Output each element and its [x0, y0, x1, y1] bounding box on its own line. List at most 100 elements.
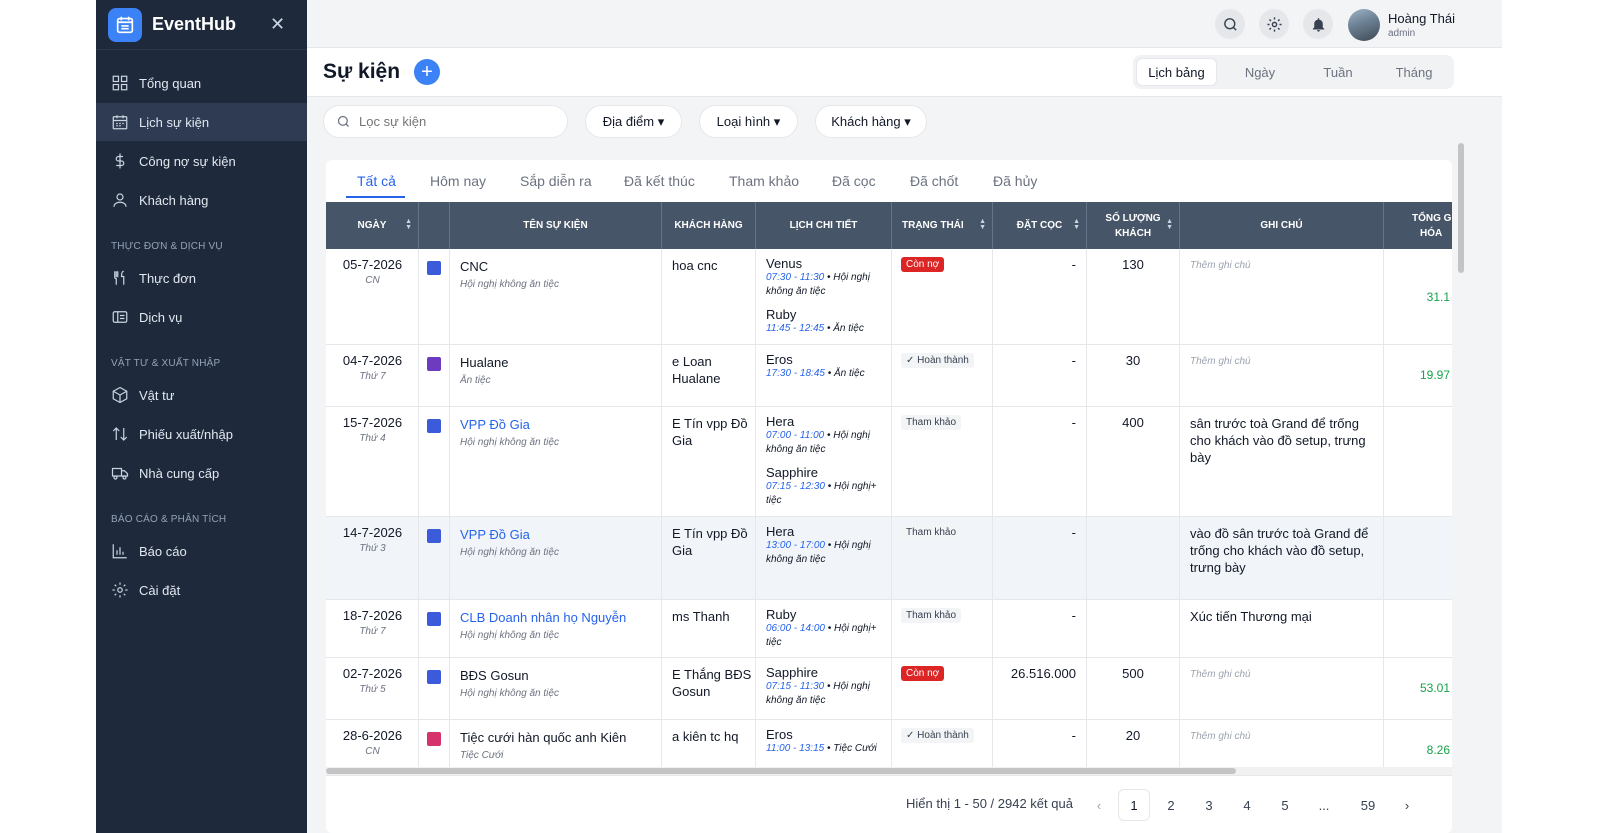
settings-gear-icon[interactable]: [1259, 9, 1289, 39]
tab-deposited[interactable]: Đã cọc: [832, 173, 876, 189]
sort-icon[interactable]: ▲ ▼: [405, 218, 412, 231]
table-row[interactable]: 14-7-2026 Thứ 3 VPP Đồ Gia Hội nghị khôn…: [326, 517, 1452, 600]
filter-location-button[interactable]: Địa điểm ▾: [585, 105, 682, 138]
sidebar-item-supplies[interactable]: Vật tư: [96, 376, 307, 414]
event-date: 05-7-2026: [342, 257, 403, 272]
truck-icon: [111, 467, 129, 480]
calendar-icon: [112, 115, 128, 130]
table-header: NGÀY ▲ ▼ TÊN SỰ KIỆN KHÁCH HÀNG LỊCH CHI T…: [326, 202, 1452, 249]
brand: EventHub ✕: [96, 0, 307, 50]
note-text[interactable]: Xúc tiến Thương mại: [1190, 608, 1375, 625]
gear-icon: [112, 582, 128, 598]
filter-customer-button[interactable]: Khách hàng ▾: [815, 105, 927, 138]
time-slot: 17:30 - 18:45 • Ăn tiệc: [766, 368, 865, 379]
sidebar-item-reports[interactable]: Báo cáo: [96, 532, 307, 570]
event-name-link[interactable]: VPP Đồ Gia: [460, 417, 530, 432]
guest-count: 20: [1125, 728, 1141, 743]
sidebar-item-customers[interactable]: Khách hàng: [96, 181, 307, 219]
scrollbar-thumb[interactable]: [326, 768, 1236, 774]
sidebar-item-suppliers[interactable]: Nhà cung cấp: [96, 454, 307, 492]
tab-all[interactable]: Tất cả: [357, 173, 396, 189]
tab-today[interactable]: Hôm nay: [430, 173, 486, 189]
tab-confirmed[interactable]: Đã chốt: [910, 173, 958, 189]
table-row[interactable]: 28-6-2026 CN Tiệc cưới hàn quốc anh Kiên…: [326, 720, 1452, 768]
table-row[interactable]: 15-7-2026 Thứ 4 VPP Đồ Gia Hội nghị khôn…: [326, 407, 1452, 517]
add-event-button[interactable]: +: [414, 59, 440, 85]
sort-icon[interactable]: ▲ ▼: [979, 218, 986, 231]
event-date: 28-6-2026: [342, 728, 403, 743]
add-note-link[interactable]: Thêm ghi chú: [1190, 257, 1375, 274]
sidebar-item-overview[interactable]: Tổng quan: [96, 64, 307, 102]
bell-icon[interactable]: [1303, 9, 1333, 39]
prev-page-icon[interactable]: ‹: [1083, 789, 1115, 821]
sidebar-item-import-export[interactable]: Phiếu xuất/nhập: [96, 415, 307, 453]
sidebar-item-services[interactable]: Dịch vụ: [96, 298, 307, 336]
results-info: Hiển thị 1 - 50 / 2942 kết quả: [906, 796, 1073, 811]
sort-icon[interactable]: ▲ ▼: [1166, 218, 1173, 231]
page-button[interactable]: 2: [1155, 789, 1187, 821]
avatar[interactable]: [1348, 9, 1380, 41]
add-note-link[interactable]: Thêm ghi chú: [1190, 353, 1375, 370]
page-button[interactable]: 4: [1231, 789, 1263, 821]
table-row[interactable]: 05-7-2026 CN CNC Hội nghị không ăn tiệc …: [326, 249, 1452, 345]
search-icon[interactable]: [1215, 9, 1245, 39]
event-name-link[interactable]: VPP Đồ Gia: [460, 527, 530, 542]
table-row[interactable]: 04-7-2026 Thứ 7 Hualane Ăn tiệc e Loan H…: [326, 345, 1452, 407]
event-search-field[interactable]: [323, 105, 568, 138]
sidebar-item-settings[interactable]: Cài đặt: [96, 571, 307, 609]
sidebar-item-event-calendar[interactable]: Lịch sự kiện: [96, 103, 307, 141]
time-slot: 07:15 - 11:30 • Hội nghị không ăn tiệc: [766, 681, 870, 706]
event-color-swatch: [427, 357, 441, 371]
guest-count: 30: [1125, 353, 1141, 368]
event-color-swatch: [427, 732, 441, 746]
vertical-scrollbar[interactable]: [1458, 143, 1464, 273]
tab-upcoming[interactable]: Sắp diễn ra: [520, 173, 592, 189]
status-badge: Tham khảo: [901, 608, 962, 623]
column-deposit[interactable]: ĐẶT CỌC ▲ ▼: [993, 202, 1087, 249]
customer-name: E Tín vpp Đồ Gia: [672, 416, 748, 448]
total-amount: 19.97: [1419, 368, 1450, 382]
sidebar-item-menu[interactable]: Thực đơn: [96, 259, 307, 297]
sidebar-item-event-debts[interactable]: Công nợ sự kiện: [96, 142, 307, 180]
table-row[interactable]: 18-7-2026 Thứ 7 CLB Doanh nhân họ Nguyễn…: [326, 600, 1452, 658]
sidebar-item-label: Vật tư: [139, 387, 175, 403]
view-month-button[interactable]: Tháng: [1377, 58, 1451, 86]
add-note-link[interactable]: Thêm ghi chú: [1190, 728, 1375, 745]
event-name: Tiệc cưới hàn quốc anh Kiên: [460, 730, 627, 745]
user-role: admin: [1388, 28, 1416, 39]
page-button[interactable]: 5: [1269, 789, 1301, 821]
note-text[interactable]: vào đồ sân trước toà Grand để trống cho …: [1190, 525, 1375, 576]
column-guests[interactable]: SỐ LƯỢNG KHÁCH ▲ ▼: [1087, 202, 1180, 249]
page-button[interactable]: 1: [1118, 789, 1150, 821]
table-row[interactable]: 02-7-2026 Thứ 5 BĐS Gosun Hội nghị không…: [326, 658, 1452, 720]
column-date[interactable]: NGÀY ▲ ▼: [326, 202, 419, 249]
customer-name: E Tín vpp Đồ Gia: [672, 526, 748, 558]
event-name-link[interactable]: CLB Doanh nhân họ Nguyễn: [460, 610, 626, 625]
sort-icon[interactable]: ▲ ▼: [1073, 218, 1080, 231]
note-text[interactable]: sân trước toà Grand để trống cho khách v…: [1190, 415, 1375, 466]
section-supplies: VẬT TƯ & XUẤT NHẬP: [111, 358, 221, 369]
next-page-icon[interactable]: ›: [1391, 789, 1423, 821]
view-day-button[interactable]: Ngày: [1221, 58, 1299, 86]
column-notes: GHI CHÚ: [1180, 202, 1384, 249]
event-color-swatch: [427, 529, 441, 543]
status-badge: Tham khảo: [901, 415, 962, 430]
column-status[interactable]: TRẠNG THÁI ▲ ▼: [892, 202, 993, 249]
user-name: Hoàng Thái: [1388, 11, 1455, 26]
deposit-value: -: [1071, 415, 1076, 430]
pagination: Hiển thị 1 - 50 / 2942 kết quả ‹ 1 2 3 4…: [326, 775, 1452, 833]
tab-ended[interactable]: Đã kết thúc: [624, 173, 695, 189]
horizontal-scrollbar[interactable]: [326, 767, 1452, 775]
event-search-input[interactable]: [359, 114, 559, 129]
view-table-button[interactable]: Lịch bảng: [1136, 58, 1217, 86]
close-sidebar-icon[interactable]: ✕: [270, 14, 285, 35]
time-slot: 13:00 - 17:00 • Hội nghị không ăn tiệc: [766, 540, 871, 565]
view-week-button[interactable]: Tuần: [1301, 58, 1375, 86]
filter-type-button[interactable]: Loại hình ▾: [699, 105, 798, 138]
page-button[interactable]: 3: [1193, 789, 1225, 821]
add-note-link[interactable]: Thêm ghi chú: [1190, 666, 1375, 683]
grid-icon: [112, 75, 128, 91]
page-button[interactable]: 59: [1352, 789, 1384, 821]
tab-cancelled[interactable]: Đã hủy: [993, 173, 1037, 189]
tab-reference[interactable]: Tham khảo: [729, 173, 799, 189]
